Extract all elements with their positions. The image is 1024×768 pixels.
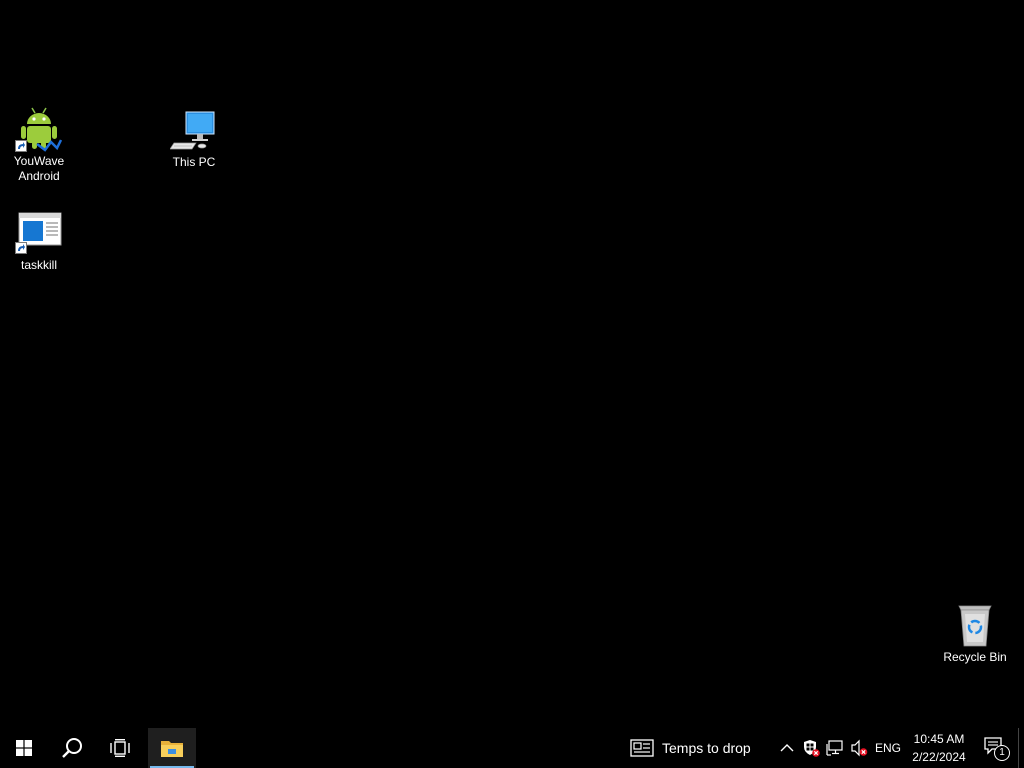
desktop-icon-youwave-android[interactable]: YouWave Android [3, 104, 75, 184]
windows-logo-icon [16, 740, 32, 756]
volume-muted-icon [851, 739, 868, 757]
input-language-button[interactable]: ENG [874, 728, 902, 768]
clock-button[interactable]: 10:45 AM 2/22/2024 [908, 730, 970, 766]
shortcut-arrow-icon [15, 140, 27, 152]
desktop-icon-taskkill[interactable]: taskkill [3, 210, 75, 273]
desktop[interactable]: YouWave Android This PC taskkill Recycle… [0, 0, 1024, 728]
network-disconnected-icon [826, 740, 843, 756]
windows-security-icon [804, 740, 820, 757]
desktop-icon-recycle-bin[interactable]: Recycle Bin [939, 602, 1011, 665]
search-icon [62, 738, 82, 758]
task-view-icon [110, 739, 130, 757]
news-icon [630, 739, 654, 757]
android-icon [15, 104, 63, 152]
computer-icon [170, 109, 218, 153]
taskbar-file-explorer[interactable] [148, 728, 196, 768]
shortcut-arrow-icon [15, 242, 27, 254]
action-center-button[interactable]: 1 [976, 728, 1016, 768]
desktop-icon-this-pc[interactable]: This PC [158, 109, 230, 170]
taskbar: Temps to drop ENG 10:45 AM 2/22/2024 1 [0, 728, 1024, 768]
desktop-icon-label: taskkill [20, 258, 57, 272]
show-desktop-button[interactable] [1018, 728, 1024, 768]
desktop-icon-label: YouWave Android [13, 154, 65, 183]
file-explorer-icon [161, 741, 183, 757]
application-window-icon [15, 210, 63, 256]
start-button[interactable] [0, 728, 48, 768]
desktop-icon-label: This PC [172, 155, 216, 169]
network-tray-button[interactable] [824, 728, 846, 768]
news-text: Temps to drop [662, 740, 751, 756]
clock-date: 2/22/2024 [912, 750, 966, 764]
windows-security-tray-button[interactable] [800, 728, 822, 768]
desktop-icon-label: Recycle Bin [943, 650, 1007, 664]
volume-tray-button[interactable] [848, 728, 870, 768]
recycle-bin-icon [951, 602, 999, 648]
chevron-up-icon [780, 744, 794, 752]
task-view-button[interactable] [96, 728, 144, 768]
clock-time: 10:45 AM [913, 732, 965, 746]
news-widget[interactable]: Temps to drop [630, 728, 751, 768]
show-hidden-icons-button[interactable] [776, 728, 798, 768]
search-button[interactable] [48, 728, 96, 768]
notification-count-badge: 1 [994, 745, 1010, 761]
